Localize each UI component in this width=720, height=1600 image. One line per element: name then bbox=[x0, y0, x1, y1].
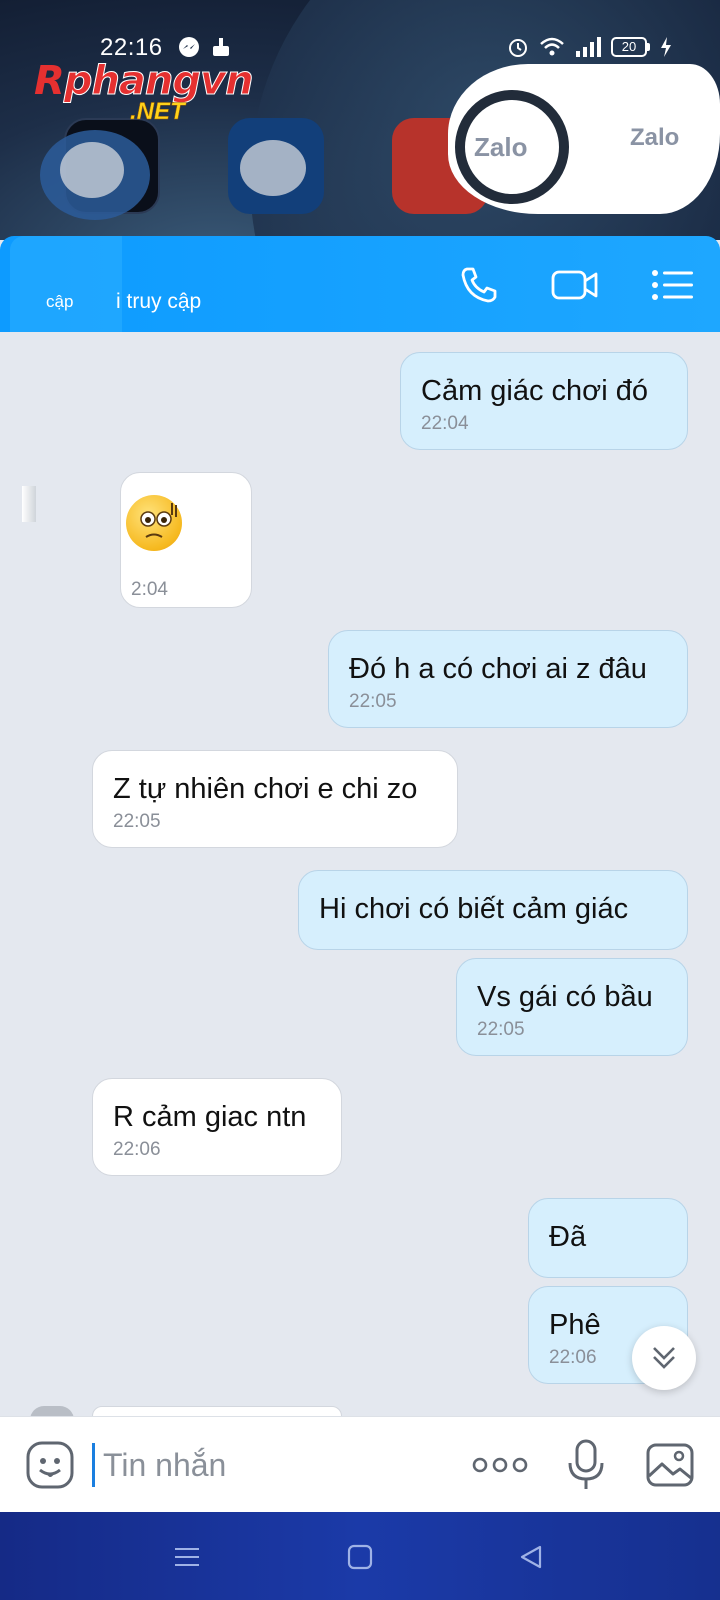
call-button[interactable] bbox=[454, 260, 504, 310]
zalo-label: Zalo bbox=[630, 124, 680, 151]
sticker-face-icon bbox=[26, 1441, 74, 1489]
message-composer: Tin nhắn bbox=[0, 1416, 720, 1512]
messenger-icon bbox=[179, 37, 199, 57]
home-wallpaper: Zalo Zalo Rphangvn .NET 22:16 20 bbox=[0, 0, 720, 240]
sticker-button[interactable] bbox=[22, 1437, 78, 1493]
contact-avatar[interactable] bbox=[22, 486, 36, 522]
double-chevron-down-icon bbox=[653, 1347, 675, 1369]
microphone-icon bbox=[568, 1439, 604, 1489]
message-time: 22:06 bbox=[113, 1139, 161, 1160]
send-image-button[interactable] bbox=[642, 1437, 698, 1493]
phone-icon bbox=[461, 267, 497, 303]
redaction-patch bbox=[10, 236, 122, 332]
message-time: 22:05 bbox=[477, 1019, 525, 1040]
video-call-button[interactable] bbox=[550, 260, 600, 310]
message-bubble-sent[interactable]: Cảm giác chơi đó 22:04 bbox=[400, 352, 688, 450]
header-last-seen: i truy cập bbox=[116, 290, 202, 313]
header-status-fragment: cập bbox=[46, 292, 74, 311]
message-input[interactable]: Tin nhắn bbox=[92, 1443, 432, 1487]
message-bubble-received[interactable]: R cảm giac ntn 22:06 bbox=[92, 1078, 342, 1176]
battery-indicator: 20 bbox=[611, 37, 650, 57]
status-left-icons bbox=[178, 36, 232, 58]
status-time: 22:16 bbox=[100, 34, 163, 61]
blur-blob bbox=[240, 140, 306, 196]
message-text: R cảm giac ntn bbox=[113, 1101, 307, 1133]
back-button[interactable] bbox=[508, 1534, 554, 1580]
message-time: 22:05 bbox=[113, 811, 161, 832]
message-time: 22:05 bbox=[349, 691, 397, 712]
chat-header: cập i truy cập bbox=[0, 236, 720, 332]
message-time: 22:04 bbox=[421, 413, 469, 434]
back-triangle-icon bbox=[520, 1545, 542, 1569]
scroll-to-bottom-button[interactable] bbox=[632, 1326, 696, 1390]
battery-level: 20 bbox=[611, 37, 647, 57]
message-bubble-sent[interactable]: Đó h a có chơi ai z đâu 22:05 bbox=[328, 630, 688, 728]
message-bubble-sent[interactable]: Hi chơi có biết cảm giác bbox=[298, 870, 688, 950]
message-text: Z tự nhiên chơi e chi zo bbox=[113, 773, 418, 805]
menu-lines-icon bbox=[175, 1548, 199, 1566]
more-dots-icon bbox=[472, 1457, 528, 1473]
message-text: Cảm giác chơi đó bbox=[421, 375, 648, 407]
message-time: 2:04 bbox=[131, 579, 168, 600]
wifi-icon bbox=[540, 37, 564, 56]
square-home-icon bbox=[347, 1544, 373, 1570]
message-text: Vs gái có bầu bbox=[477, 981, 653, 1013]
message-text: Đó h a có chơi ai z đâu bbox=[349, 653, 647, 685]
system-navigation-bar bbox=[0, 1512, 720, 1600]
emoji-eyes bbox=[140, 503, 177, 538]
message-text: Hi chơi có biết cảm giác bbox=[319, 893, 629, 925]
message-bubble-received[interactable]: Z tự nhiên chơi e chi zo 22:05 bbox=[92, 750, 458, 848]
message-bubble-sent[interactable]: Đã bbox=[528, 1198, 688, 1278]
worried-face-emoji bbox=[126, 495, 182, 551]
recent-apps-button[interactable] bbox=[164, 1534, 210, 1580]
more-options-button[interactable] bbox=[472, 1437, 528, 1493]
watermark-domain: .NET bbox=[130, 98, 185, 126]
options-menu-button[interactable] bbox=[648, 260, 698, 310]
watermark-logo: Rphangvn .NET bbox=[34, 58, 254, 128]
blur-blob bbox=[60, 142, 124, 198]
image-gallery-icon bbox=[646, 1443, 694, 1487]
message-bubble-sent[interactable]: Vs gái có bầu 22:05 bbox=[456, 958, 688, 1056]
video-camera-icon bbox=[551, 270, 598, 300]
status-bar: 22:16 20 bbox=[0, 30, 720, 66]
battery-tip bbox=[647, 43, 650, 51]
charging-icon bbox=[661, 37, 671, 57]
message-text: Đã bbox=[549, 1221, 587, 1253]
signal-icon bbox=[576, 37, 601, 57]
home-button[interactable] bbox=[337, 1534, 383, 1580]
alarm-icon bbox=[509, 39, 527, 57]
zalo-label: Zalo bbox=[474, 132, 528, 162]
list-menu-icon bbox=[652, 270, 693, 300]
cleaner-icon bbox=[213, 38, 229, 56]
voice-message-button[interactable] bbox=[558, 1437, 614, 1493]
status-right-icons: 20 bbox=[507, 36, 672, 58]
